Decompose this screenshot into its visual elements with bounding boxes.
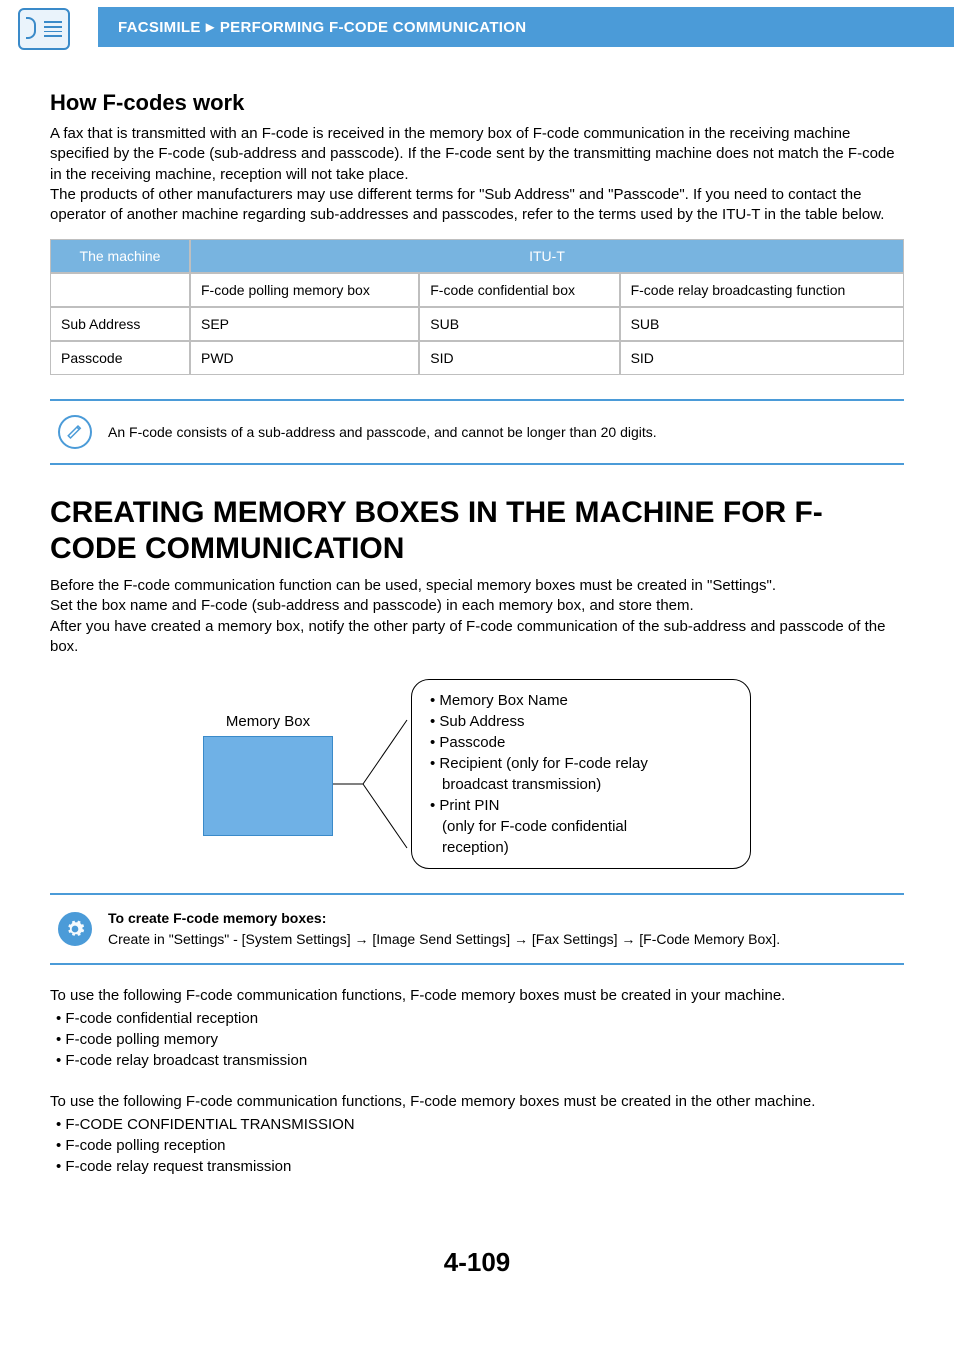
functions-your-list: F-code confidential receptionF-code poll… xyxy=(50,1008,904,1071)
function-item: F-code polling reception xyxy=(56,1135,904,1156)
intro-paragraph-2: The products of other manufacturers may … xyxy=(50,185,904,226)
itu-terms-table: The machine ITU-T F-code polling memory … xyxy=(50,239,904,375)
page-content: How F-codes work A fax that is transmitt… xyxy=(0,54,954,1318)
pencil-note-icon xyxy=(58,415,92,449)
table-col-header: F-code polling memory box xyxy=(190,273,419,307)
memory-box-attribute-item: Passcode xyxy=(430,732,732,753)
functions-your-lead: To use the following F-code communicatio… xyxy=(50,985,904,1006)
document-lines-icon xyxy=(44,21,62,37)
table-cell: SUB xyxy=(419,307,619,341)
breadcrumb-section: FACSIMILE xyxy=(118,19,201,36)
functions-other-lead: To use the following F-code communicatio… xyxy=(50,1091,904,1112)
function-item: F-code relay request transmission xyxy=(56,1156,904,1177)
memory-box-attributes-bubble: Memory Box NameSub AddressPasscodeRecipi… xyxy=(411,679,751,869)
main-paragraph-3: After you have created a memory box, not… xyxy=(50,617,904,658)
memory-box-attribute-item: reception) xyxy=(430,837,732,858)
table-cell-empty xyxy=(50,273,190,307)
breadcrumb-separator: ► xyxy=(203,19,218,36)
table-col-header: F-code confidential box xyxy=(419,273,619,307)
table-head-machine: The machine xyxy=(50,239,190,273)
table-cell: SUB xyxy=(620,307,904,341)
settings-note-title: To create F-code memory boxes: xyxy=(108,909,780,928)
memory-box-diagram: Memory Box Memory Box NameSub AddressPas… xyxy=(50,679,904,869)
top-bar: FACSIMILE ► PERFORMING F-CODE COMMUNICAT… xyxy=(0,0,954,54)
facsimile-icon xyxy=(18,8,70,50)
memory-box-column: Memory Box xyxy=(203,713,333,836)
function-item: F-code confidential reception xyxy=(56,1008,904,1029)
main-paragraph-1: Before the F-code communication function… xyxy=(50,576,904,596)
memory-box-attribute-item: broadcast transmission) xyxy=(430,774,732,795)
memory-box-attribute-item: (only for F-code confidential xyxy=(430,816,732,837)
table-row-label: Passcode xyxy=(50,341,190,375)
functions-your-machine: To use the following F-code communicatio… xyxy=(50,985,904,1071)
subheading-how-fcodes-work: How F-codes work xyxy=(50,90,904,116)
function-item: F-code relay broadcast transmission xyxy=(56,1050,904,1071)
table-cell: PWD xyxy=(190,341,419,375)
breadcrumb-page: PERFORMING F-CODE COMMUNICATION xyxy=(220,19,527,36)
settings-note-body: Create in "Settings" - [System Settings]… xyxy=(108,931,780,947)
table-cell: SID xyxy=(419,341,619,375)
note-text: An F-code consists of a sub-address and … xyxy=(108,423,657,442)
table-row: Passcode PWD SID SID xyxy=(50,341,904,375)
settings-callout: To create F-code memory boxes: Create in… xyxy=(50,893,904,965)
gear-icon xyxy=(58,912,92,946)
memory-box-attribute-item: Sub Address xyxy=(430,711,732,732)
memory-box-graphic xyxy=(203,736,333,836)
page-number: 4-109 xyxy=(50,1247,904,1278)
settings-note-text: To create F-code memory boxes: Create in… xyxy=(108,909,780,949)
main-paragraphs: Before the F-code communication function… xyxy=(50,576,904,657)
function-item: F-CODE CONFIDENTIAL TRANSMISSION xyxy=(56,1114,904,1135)
intro-paragraphs: A fax that is transmitted with an F-code… xyxy=(50,124,904,225)
intro-paragraph-1: A fax that is transmitted with an F-code… xyxy=(50,124,904,185)
memory-box-attribute-list: Memory Box NameSub AddressPasscodeRecipi… xyxy=(430,690,732,858)
function-item: F-code polling memory xyxy=(56,1029,904,1050)
breadcrumb: FACSIMILE ► PERFORMING F-CODE COMMUNICAT… xyxy=(98,7,954,47)
memory-box-attribute-item: Recipient (only for F-code relay xyxy=(430,753,732,774)
table-head-itu: ITU-T xyxy=(190,239,904,273)
table-row: F-code polling memory box F-code confide… xyxy=(50,273,904,307)
section-icon-wrap xyxy=(0,4,98,50)
diagram-connector xyxy=(333,714,411,834)
memory-box-attribute-item: Print PIN xyxy=(430,795,732,816)
memory-box-label: Memory Box xyxy=(226,713,310,730)
heading-creating-memory-boxes: CREATING MEMORY BOXES IN THE MACHINE FOR… xyxy=(50,495,904,566)
table-cell: SEP xyxy=(190,307,419,341)
functions-other-machine: To use the following F-code communicatio… xyxy=(50,1091,904,1177)
note-callout: An F-code consists of a sub-address and … xyxy=(50,399,904,465)
main-paragraph-2: Set the box name and F-code (sub-address… xyxy=(50,596,904,616)
memory-box-attribute-item: Memory Box Name xyxy=(430,690,732,711)
table-col-header: F-code relay broadcasting function xyxy=(620,273,904,307)
functions-other-list: F-CODE CONFIDENTIAL TRANSMISSIONF-code p… xyxy=(50,1114,904,1177)
table-cell: SID xyxy=(620,341,904,375)
phone-icon xyxy=(26,17,40,41)
table-row: Sub Address SEP SUB SUB xyxy=(50,307,904,341)
table-row-label: Sub Address xyxy=(50,307,190,341)
